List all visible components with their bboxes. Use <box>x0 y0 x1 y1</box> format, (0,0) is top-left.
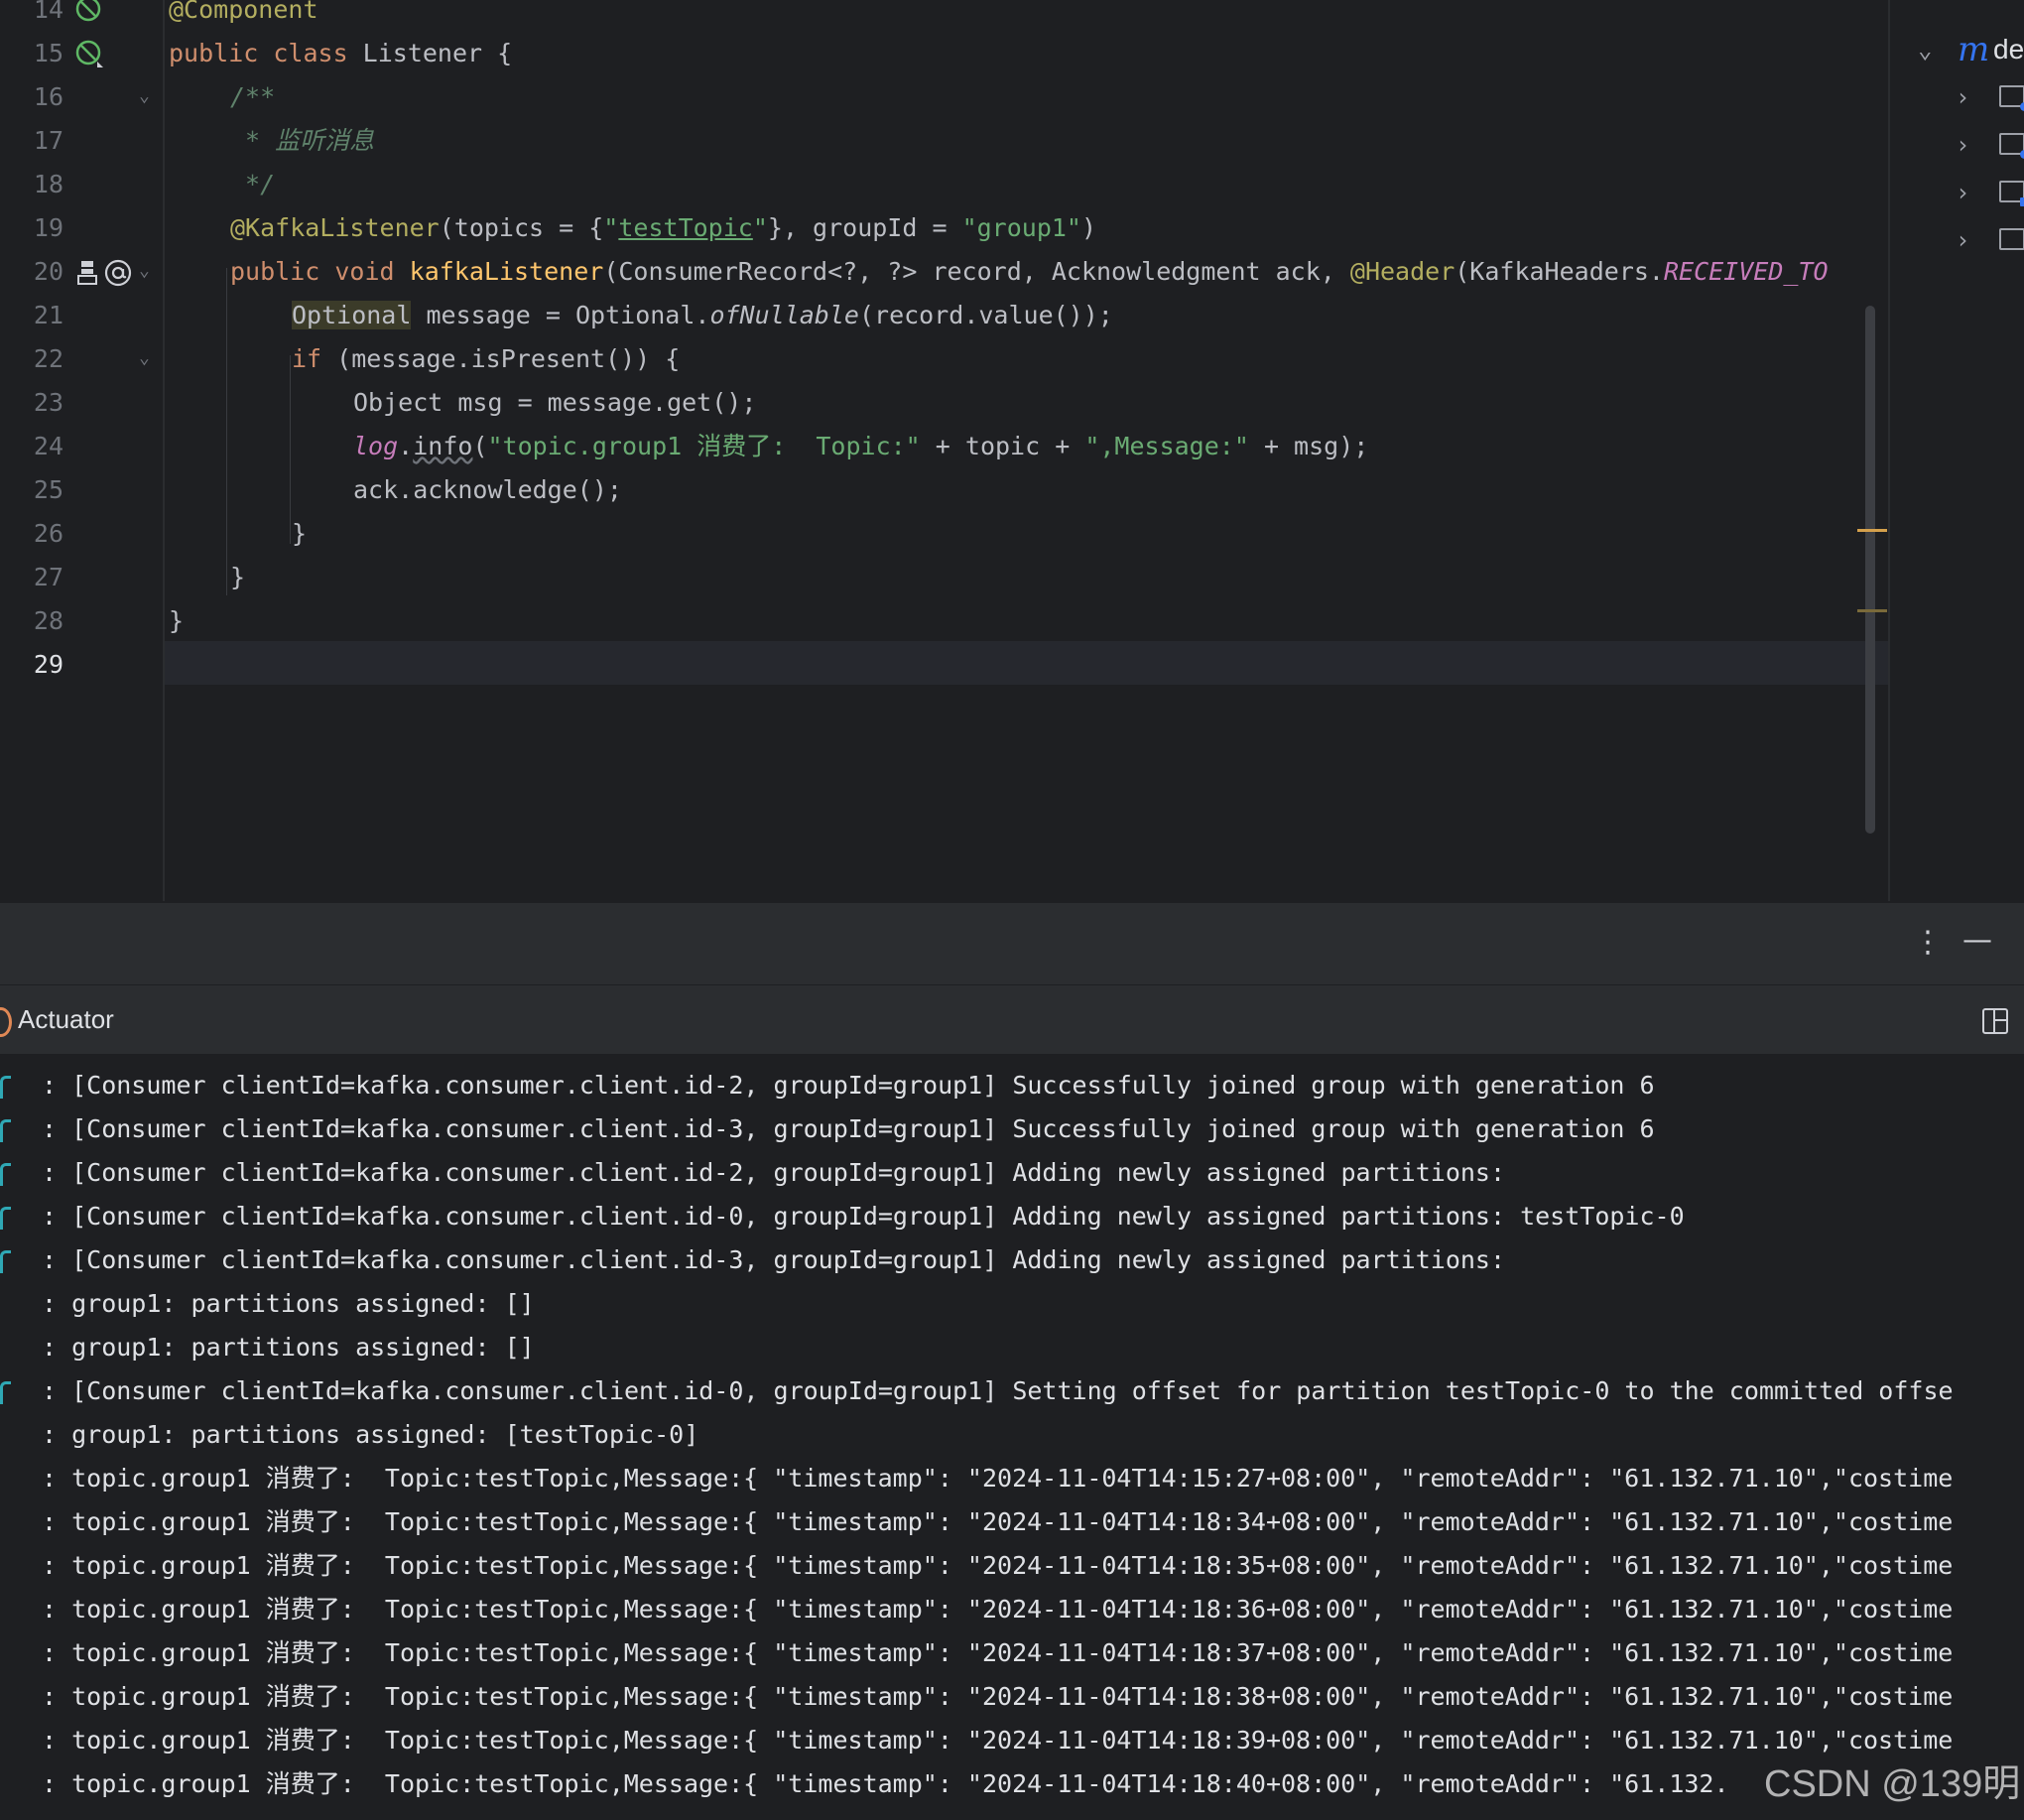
minimize-icon[interactable]: — <box>1962 921 1992 961</box>
actuator-icon <box>0 1007 12 1037</box>
line-number: 22 <box>33 344 63 373</box>
code-line-16: /** <box>230 82 276 111</box>
code-line-19: @KafkaListener(topics = {"testTopic"}, g… <box>230 213 1097 242</box>
code-line-23: Object msg = message.get(); <box>353 388 757 417</box>
code-line-24: log.info("topic.group1 消费了: Topic:" + to… <box>353 432 1369 460</box>
code-line-26: } <box>292 519 308 548</box>
indent-guide <box>290 355 291 544</box>
indent-guide <box>226 268 227 595</box>
log-marker-icon <box>0 1207 11 1230</box>
log-marker-icon <box>0 1163 11 1186</box>
editor-scrollbar[interactable] <box>1865 306 1875 834</box>
line-number: 27 <box>33 563 63 591</box>
line-number: 25 <box>33 475 63 504</box>
fold-chevron-icon[interactable]: ⌄ <box>139 85 150 107</box>
line-number: 15 <box>33 39 63 67</box>
line-number: 21 <box>33 301 63 329</box>
warning-stripe[interactable] <box>1857 609 1887 612</box>
line-number: 16 <box>33 82 63 111</box>
tree-item[interactable]: › <box>1890 123 2024 167</box>
code-line-17: * 监听消息 <box>230 126 375 155</box>
gutter-line-15: 15 <box>0 32 163 75</box>
database-icon[interactable] <box>75 258 103 286</box>
code-editor[interactable]: 14 15 16 ⌄ 17 18 19 20 ⌄ 21 22 ⌄ 23 24 2… <box>0 0 1888 901</box>
code-line-18: */ <box>230 170 276 198</box>
editor-gutter: 14 15 16 ⌄ 17 18 19 20 ⌄ 21 22 ⌄ 23 24 2… <box>0 0 165 901</box>
console-output[interactable]: : [Consumer clientId=kafka.consumer.clie… <box>0 1054 2024 1820</box>
gutter-line-25: 25 <box>0 468 163 512</box>
chevron-right-icon[interactable]: › <box>1956 123 1969 167</box>
at-sign-icon[interactable] <box>103 258 132 287</box>
line-number: 19 <box>33 213 63 242</box>
layout-toggle-icon[interactable] <box>1982 1008 2008 1034</box>
warning-stripe[interactable] <box>1857 529 1887 532</box>
line-number: 23 <box>33 388 63 417</box>
gutter-line-20: 20 ⌄ <box>0 250 163 294</box>
line-number: 17 <box>33 126 63 155</box>
gutter-line-29: 29 <box>0 643 163 687</box>
tree-root-item[interactable]: ⌄ m de <box>1890 28 2024 71</box>
code-line-25: ack.acknowledge(); <box>353 475 622 504</box>
raw-type-warning[interactable]: Optional <box>292 301 412 329</box>
chevron-down-icon[interactable]: ⌄ <box>1918 28 1932 71</box>
code-line-15: public class Listener { <box>169 39 513 67</box>
fold-chevron-icon[interactable]: ⌄ <box>139 260 150 282</box>
gutter-line-27: 27 <box>0 556 163 599</box>
watermark-text: CSDN @139明 <box>1764 1763 2021 1805</box>
topic-link[interactable]: testTopic <box>618 213 752 242</box>
gutter-line-22: 22 ⌄ <box>0 337 163 381</box>
code-line-20: public void kafkaListener(ConsumerRecord… <box>230 257 1829 286</box>
gutter-line-19: 19 <box>0 206 163 250</box>
code-line-22: if (message.isPresent()) { <box>292 344 681 373</box>
spring-bean-icon[interactable] <box>75 0 103 24</box>
gutter-line-28: 28 <box>0 599 163 643</box>
tree-item[interactable]: › <box>1890 75 2024 119</box>
line-number: 24 <box>33 432 63 460</box>
tool-window-tab-bar: Actuator <box>0 984 2024 1057</box>
more-options-icon[interactable]: ⋮ <box>1913 923 1943 963</box>
line-number: 26 <box>33 519 63 548</box>
tool-window-header: ⋮ — <box>0 901 2024 986</box>
line-number: 14 <box>33 0 63 24</box>
tree-item[interactable]: › <box>1890 171 2024 214</box>
log-marker-icon <box>0 1381 11 1404</box>
code-line-14: @Component <box>169 0 318 24</box>
code-line-28: } <box>169 606 185 635</box>
chevron-right-icon[interactable]: › <box>1956 171 1969 214</box>
line-number: 28 <box>33 606 63 635</box>
log-marker-icon <box>0 1250 11 1273</box>
line-number: 20 <box>33 257 63 286</box>
gutter-line-23: 23 <box>0 381 163 425</box>
chevron-right-icon[interactable]: › <box>1956 218 1969 262</box>
spring-bean-icon[interactable] <box>75 40 103 67</box>
module-icon: m <box>1958 30 1990 69</box>
gutter-line-17: 17 <box>0 119 163 163</box>
chevron-right-icon[interactable]: › <box>1956 75 1969 119</box>
gutter-line-26: 26 <box>0 512 163 556</box>
tree-root-label: de <box>1993 34 2024 65</box>
log-marker-icon <box>0 1076 11 1099</box>
project-tree-panel: ⌄ m de › › › › <box>1888 0 2024 901</box>
fold-chevron-icon[interactable]: ⌄ <box>139 347 150 369</box>
gutter-line-24: 24 <box>0 425 163 468</box>
gutter-line-21: 21 <box>0 294 163 337</box>
tree-item[interactable]: › <box>1890 218 2024 262</box>
tab-actuator[interactable]: Actuator <box>18 999 114 1039</box>
folder-icon <box>1999 181 2024 206</box>
log-marker-icon <box>0 1119 11 1142</box>
code-line-27: } <box>230 563 246 591</box>
folder-icon <box>1999 228 2024 250</box>
code-area[interactable]: @Component public class Listener { /** *… <box>169 0 1875 901</box>
gutter-line-14: 14 <box>0 0 163 32</box>
line-number: 29 <box>33 650 63 679</box>
folder-icon <box>1999 85 2024 111</box>
gutter-line-18: 18 <box>0 163 163 206</box>
line-number: 18 <box>33 170 63 198</box>
folder-icon <box>1999 133 2024 159</box>
gutter-line-16: 16 ⌄ <box>0 75 163 119</box>
code-line-21: Optional message = Optional.ofNullable(r… <box>292 301 1113 329</box>
